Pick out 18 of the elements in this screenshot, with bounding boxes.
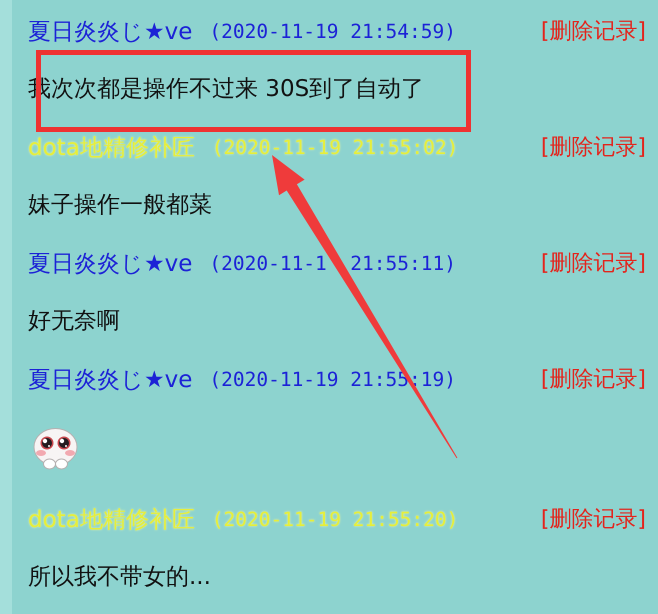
delete-record-link[interactable]: [删除记录]	[540, 16, 646, 46]
message-timestamp: (2020-11-19 21:55:20)	[212, 508, 458, 530]
message-timestamp: (2020-11-19 21:54:59)	[209, 20, 456, 42]
delete-record-link[interactable]: [删除记录]	[540, 132, 646, 162]
message-timestamp: (2020-11-19 21:55:02)	[212, 136, 458, 158]
author-name: 夏日炎炎じ★ve	[28, 366, 192, 394]
message-text: 妹子操作一般都菜	[28, 191, 212, 220]
message-timestamp: (2020-11-1 21:55:11)	[209, 252, 456, 274]
author-name: dota地精修补匠	[28, 506, 195, 534]
message-text: 好无奈啊	[28, 307, 120, 336]
delete-record-link[interactable]: [删除记录]	[540, 504, 646, 534]
author-name: 夏日炎炎じ★ve	[28, 250, 192, 278]
author-name: dota地精修补匠	[28, 134, 195, 162]
author-name: 夏日炎炎じ★ve	[28, 18, 192, 46]
message-text: 所以我不带女的...	[28, 563, 211, 592]
face-sticker-icon	[33, 428, 78, 470]
delete-record-link[interactable]: [删除记录]	[540, 364, 646, 394]
delete-record-link[interactable]: [删除记录]	[540, 248, 646, 278]
